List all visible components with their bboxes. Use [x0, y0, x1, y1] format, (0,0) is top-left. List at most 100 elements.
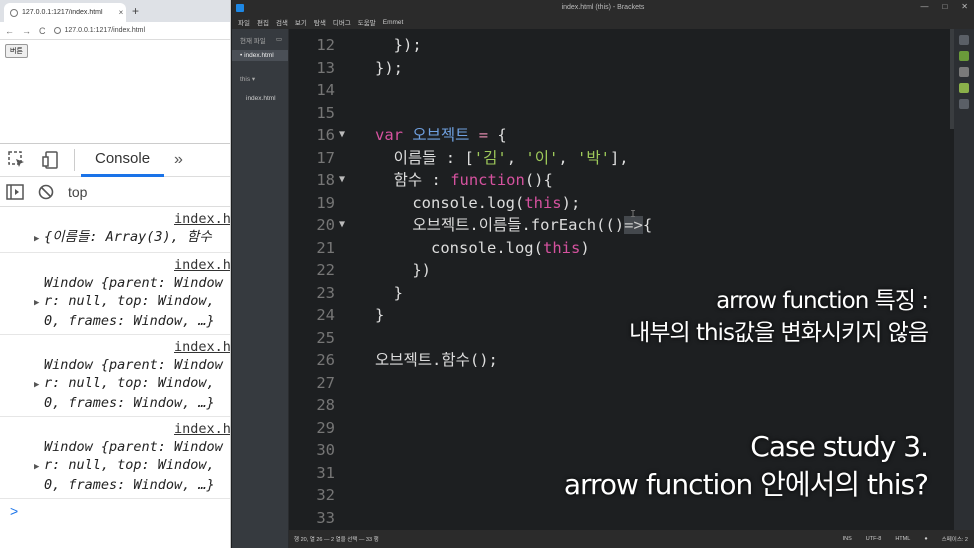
- console-log-entry: index.h ▶ {이름들: Array(3), 함수: [0, 207, 230, 253]
- menu-edit[interactable]: 편집: [257, 17, 269, 27]
- address-bar[interactable]: 127.0.0.1:1217/index.html: [53, 27, 145, 34]
- menu-view[interactable]: 보기: [295, 17, 307, 27]
- browser-tab[interactable]: 127.0.0.1:1217/index.html ×: [4, 3, 126, 22]
- indent-setting[interactable]: 스페이스: 2: [942, 535, 968, 543]
- code-line[interactable]: 18 ▼ 함수 : function(){: [289, 169, 950, 192]
- log-line[interactable]: ▶ r: null, top: Window,: [0, 456, 230, 476]
- expand-triangle-icon[interactable]: ▶: [34, 458, 44, 476]
- ins-indicator[interactable]: INS: [843, 536, 852, 542]
- code-line[interactable]: 22 }): [289, 259, 950, 282]
- fold-toggle-icon[interactable]: ▼: [339, 169, 345, 192]
- forward-icon[interactable]: →: [22, 26, 31, 36]
- expand-triangle-icon[interactable]: ▶: [34, 376, 44, 394]
- cursor-position: 행 20, 열 26 — 2 열을 선택 — 33 행: [294, 537, 379, 543]
- code-line[interactable]: 13});: [289, 57, 950, 80]
- extension-icon[interactable]: [959, 67, 969, 77]
- menu-debug[interactable]: 디버그: [333, 17, 351, 27]
- live-preview-icon[interactable]: [959, 35, 969, 45]
- browser-window: 127.0.0.1:1217/index.html × + ← → C 127.…: [0, 0, 231, 548]
- new-tab-button[interactable]: +: [132, 4, 139, 18]
- git-icon[interactable]: [959, 83, 969, 93]
- code-text: }: [375, 306, 385, 324]
- caption-case-study: Case study 3. arrow function 안에서의 this?: [563, 430, 929, 501]
- log-line[interactable]: ▶ {이름들: Array(3), 함수: [0, 228, 230, 248]
- log-line[interactable]: ▶ r: null, top: Window,: [0, 292, 230, 312]
- split-view-icon[interactable]: ▭: [276, 35, 282, 45]
- code-line[interactable]: 17 이름들 : ['김', '이', '박'],: [289, 147, 950, 170]
- encoding-select[interactable]: UTF-8: [866, 536, 882, 542]
- code-line[interactable]: 20 ▼ 오브젝트.이름들.forEach(()=>{: [289, 214, 950, 237]
- menu-find[interactable]: 검색: [276, 17, 288, 27]
- extension-manager-icon[interactable]: [959, 51, 969, 61]
- linter-status-icon: ●: [924, 536, 928, 542]
- fold-toggle-icon[interactable]: ▼: [339, 214, 345, 237]
- maximize-icon[interactable]: □: [942, 2, 947, 11]
- line-number: 21: [316, 238, 335, 257]
- code-line[interactable]: 12 });: [289, 34, 950, 57]
- toolbar-divider: [74, 149, 75, 171]
- log-line: Window {parent: Window: [44, 275, 223, 291]
- line-number: 30: [316, 441, 335, 459]
- menu-help[interactable]: 도움말: [358, 17, 376, 27]
- back-icon[interactable]: ←: [5, 26, 14, 36]
- code-text: 이름들 : ['김', '이', '박'],: [375, 148, 629, 167]
- code-line[interactable]: 15: [289, 102, 950, 125]
- search-icon[interactable]: [959, 99, 969, 109]
- code-line[interactable]: 27: [289, 372, 950, 395]
- code-line[interactable]: 21 console.log(this): [289, 237, 950, 260]
- window-controls: — □ ✕: [920, 2, 968, 11]
- log-source-link[interactable]: index.h: [174, 420, 230, 438]
- clear-console-icon[interactable]: [38, 184, 54, 200]
- working-file-item[interactable]: • index.html: [232, 50, 288, 61]
- code-line[interactable]: 26 오브젝트.함수();: [289, 349, 950, 372]
- close-icon[interactable]: ✕: [961, 2, 968, 11]
- console-filter-bar: top: [0, 177, 230, 207]
- console-prompt[interactable]: >: [0, 499, 230, 523]
- browser-navbar: ← → C 127.0.0.1:1217/index.html: [0, 22, 230, 40]
- code-text: 오브젝트.함수();: [375, 351, 498, 369]
- line-number: 14: [316, 81, 335, 99]
- line-number: 28: [316, 396, 335, 414]
- line-number: 29: [316, 418, 335, 437]
- device-toolbar-icon[interactable]: [34, 143, 68, 177]
- log-line[interactable]: ▶ r: null, top: Window,: [0, 374, 230, 394]
- tab-console[interactable]: Console: [81, 143, 165, 177]
- code-line[interactable]: 28: [289, 394, 950, 417]
- line-number: 19: [316, 193, 335, 212]
- line-number: 31: [316, 463, 335, 482]
- log-line: 0, frames: Window, …}: [44, 477, 215, 493]
- language-select[interactable]: HTML: [895, 536, 910, 542]
- code-line[interactable]: 19 console.log(this);: [289, 192, 950, 215]
- line-number: 22: [316, 261, 335, 279]
- fold-toggle-icon[interactable]: ▼: [339, 124, 345, 147]
- code-text: console.log(this);: [375, 193, 581, 212]
- menu-file[interactable]: 파일: [238, 17, 250, 27]
- sidebar-toggle-icon[interactable]: [6, 183, 24, 200]
- minimize-icon[interactable]: —: [920, 2, 928, 11]
- more-tabs-icon[interactable]: »: [164, 151, 183, 169]
- close-tab-icon[interactable]: ×: [116, 8, 126, 17]
- code-line[interactable]: 16 ▼ var 오브젝트 = {: [289, 124, 950, 147]
- title-bar: index.html (this) - Brackets — □ ✕: [232, 0, 974, 15]
- status-bar: 행 20, 열 26 — 2 열을 선택 — 33 행 INS UTF-8 HT…: [289, 530, 974, 548]
- code-text: }: [375, 283, 403, 302]
- working-files-header: 현재 파일 ▭: [240, 35, 282, 45]
- log-source-link[interactable]: index.h: [174, 256, 230, 274]
- menu-navigate[interactable]: 탐색: [314, 17, 326, 27]
- window-title: index.html (this) - Brackets: [561, 4, 645, 11]
- log-source-link[interactable]: index.h: [174, 338, 230, 356]
- expand-triangle-icon[interactable]: ▶: [34, 230, 44, 248]
- context-selector[interactable]: top: [68, 184, 87, 200]
- project-dropdown[interactable]: this ▾: [232, 75, 288, 83]
- project-file-item[interactable]: index.html: [232, 95, 288, 102]
- code-line[interactable]: 14: [289, 79, 950, 102]
- expand-triangle-icon[interactable]: ▶: [34, 294, 44, 312]
- menu-emmet[interactable]: Emmet: [383, 19, 404, 26]
- log-line: Window {parent: Window: [44, 439, 223, 455]
- line-number: 17: [316, 148, 335, 167]
- log-source-link[interactable]: index.h: [174, 210, 230, 228]
- reload-icon[interactable]: C: [39, 26, 46, 36]
- inspect-element-icon[interactable]: [0, 143, 34, 177]
- page-button[interactable]: 버튼: [5, 44, 28, 58]
- code-line[interactable]: 33: [289, 507, 950, 530]
